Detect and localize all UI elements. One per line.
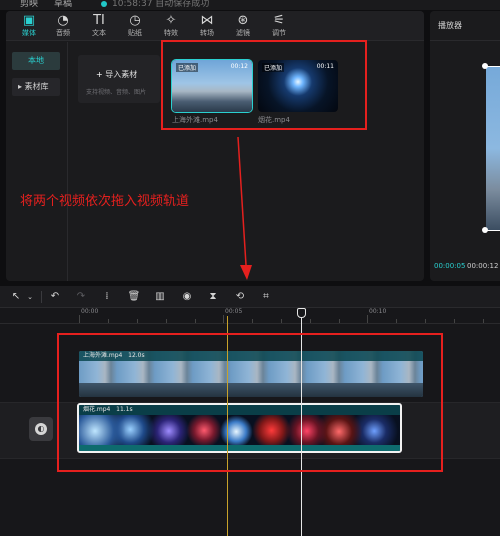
player-header: 播放器 [430, 11, 500, 41]
tab-adjust[interactable]: ⚟ 调节 [260, 13, 298, 39]
tab-sticker[interactable]: ◷ 贴纸 [116, 13, 154, 39]
plus-icon: + [96, 70, 103, 79]
ruler-tick [483, 319, 484, 323]
ruler-tick [339, 319, 340, 323]
text-icon: TI [93, 13, 105, 28]
current-timecode: 00:00:05 [434, 262, 466, 270]
app-title: 剪映 [20, 0, 39, 9]
delete-icon[interactable]: 🗑 [126, 289, 142, 305]
effects-icon: ✧ [165, 13, 177, 28]
ruler-tick [281, 319, 282, 323]
media-icon: ▣ [22, 13, 36, 28]
tab-transition[interactable]: ⋈ 转场 [188, 13, 226, 39]
tab-transition-label: 转场 [200, 29, 214, 37]
audio-icon: ◔ [57, 13, 69, 28]
freeze-frame-icon[interactable]: ▥ [152, 289, 168, 305]
ruler-tick [367, 315, 368, 323]
reverse-icon[interactable]: ◉ [179, 289, 195, 305]
mirror-icon[interactable]: ⧗ [205, 289, 221, 305]
ruler-label: 00:00 [81, 308, 99, 315]
tab-media[interactable]: ▣ 媒体 [10, 13, 48, 39]
ruler-tick [454, 319, 455, 323]
title-bar: 剪映 草稿 10:58:37 自动保存成功 [0, 0, 500, 10]
ruler-tick [425, 319, 426, 323]
player-preview[interactable] [486, 66, 500, 231]
ruler-label: 00:10 [369, 308, 387, 315]
redo-icon[interactable]: ↷ [73, 289, 89, 305]
sidebar-item-local[interactable]: 本地 [12, 52, 60, 70]
draft-mode[interactable]: 草稿 [54, 0, 72, 9]
player-title: 播放器 [438, 21, 462, 30]
tab-media-label: 媒体 [22, 29, 36, 37]
annotation-box-timeline [57, 333, 443, 472]
media-sidebar: 本地 ▸ 素材库 [6, 42, 68, 281]
tab-text[interactable]: TI 文本 [80, 13, 118, 39]
import-label: + 导入素材 [96, 69, 137, 80]
split-icon[interactable]: ⁞ [99, 289, 115, 305]
rotate-icon[interactable]: ⟲ [232, 289, 248, 305]
tab-text-label: 文本 [92, 29, 106, 37]
tab-filter-label: 滤镜 [236, 29, 250, 37]
ruler-tick [166, 319, 167, 323]
tab-audio-label: 音频 [56, 29, 70, 37]
ruler-tick [310, 319, 311, 323]
chevron-down-icon[interactable]: ⌄ [22, 289, 38, 305]
resize-handle-top[interactable] [482, 63, 488, 69]
annotation-arrow-icon [237, 137, 252, 280]
crop-icon[interactable]: ⌗ [258, 289, 274, 305]
sticker-icon: ◷ [129, 13, 141, 28]
tab-adjust-label: 调节 [272, 29, 286, 37]
tab-filter[interactable]: ⊛ 滤镜 [224, 13, 262, 39]
ruler-tick [252, 319, 253, 323]
timeline-toolbar: ↖ ⌄ ↶ ↷ ⁞ 🗑 ▥ ◉ ⧗ ⟲ ⌗ [0, 286, 500, 308]
ruler-tick [396, 319, 397, 323]
ruler-tick [137, 319, 138, 323]
tab-effects[interactable]: ✧ 特效 [152, 13, 190, 39]
ruler-tick [108, 319, 109, 323]
ruler-tick [223, 315, 224, 323]
top-toolbar: ▣ 媒体 ◔ 音频 TI 文本 ◷ 贴纸 ✧ 特效 ⋈ 转场 ⊛ 滤镜 ⚟ 调节 [6, 11, 424, 41]
player-panel: 播放器 00:00:05 00:00:12 [430, 11, 500, 281]
import-label-text: 导入素材 [105, 70, 138, 79]
timeline-ruler[interactable]: 00:00 00:05 00:10 [0, 308, 500, 324]
autosave-indicator-icon [101, 1, 107, 7]
toolbar-divider [41, 291, 42, 303]
transition-icon: ⋈ [200, 13, 214, 28]
eye-icon: ◐ [35, 423, 47, 435]
crop-edge-bottom [486, 230, 500, 231]
track-toggle-button[interactable]: ◐ [29, 417, 53, 441]
tab-audio[interactable]: ◔ 音频 [44, 13, 82, 39]
resize-handle-bottom[interactable] [482, 227, 488, 233]
playhead-handle[interactable] [297, 308, 306, 318]
tab-sticker-label: 贴纸 [128, 29, 142, 37]
sidebar-item-library[interactable]: ▸ 素材库 [12, 78, 60, 96]
filter-icon: ⊛ [237, 13, 249, 28]
import-media-button[interactable]: + 导入素材 支持视频、音频、图片 [78, 55, 160, 103]
ruler-tick [195, 319, 196, 323]
undo-icon[interactable]: ↶ [47, 289, 63, 305]
crop-edge-top [486, 66, 500, 67]
tab-effects-label: 特效 [164, 29, 178, 37]
total-timecode: 00:00:12 [467, 262, 499, 270]
import-hint: 支持视频、音频、图片 [86, 89, 147, 96]
ruler-tick [79, 315, 80, 323]
ruler-label: 00:05 [225, 308, 243, 315]
adjust-icon: ⚟ [273, 13, 285, 28]
autosave-status: 10:58:37 自动保存成功 [112, 0, 210, 9]
annotation-box-media [161, 40, 367, 130]
annotation-text: 将两个视频依次拖入视频轨道 [20, 194, 190, 209]
